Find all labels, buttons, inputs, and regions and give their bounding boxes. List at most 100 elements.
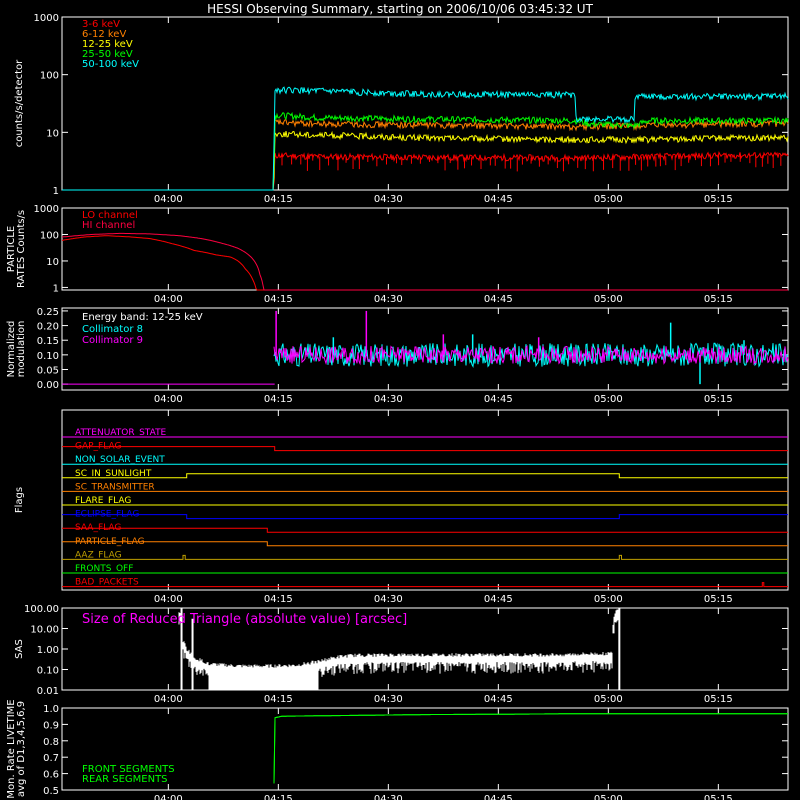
y-tick-label: 100.00 [24, 604, 59, 615]
flag-label: NON_SOLAR_EVENT [75, 455, 165, 465]
y-axis-label: counts/s/detector [14, 59, 25, 147]
y-tick-label: 0.10 [37, 351, 59, 362]
x-tick-label: 04:15 [264, 394, 293, 405]
x-tick-label: 05:00 [594, 294, 623, 305]
y-tick-label: 1.0 [43, 704, 59, 715]
flag-label: SC_TRANSMITTER [75, 482, 155, 492]
x-tick-label: 05:00 [594, 694, 623, 705]
flag-line [62, 473, 788, 479]
x-tick-label: 04:30 [374, 594, 403, 605]
x-tick-label: 05:15 [704, 594, 733, 605]
series-line [62, 130, 789, 191]
y-tick-label: 1 [53, 283, 59, 294]
y-tick-label: 10 [46, 128, 59, 139]
flag-label: GAP_FLAG [75, 442, 121, 452]
legend-entry: Collimator 8 [82, 324, 143, 335]
flag-label: ATTENUATOR_STATE [75, 428, 167, 438]
y-axis-label: modulation [16, 321, 27, 378]
y-axis-label: RATES Counts/s [16, 210, 27, 288]
y-tick-label: 0.9 [43, 720, 59, 731]
y-tick-label: 100 [40, 230, 59, 241]
flag-line [62, 514, 788, 520]
x-tick-label: 05:00 [594, 794, 623, 800]
y-tick-label: 0.00 [37, 380, 59, 391]
x-tick-label: 05:00 [594, 394, 623, 405]
x-tick-label: 04:00 [154, 294, 183, 305]
x-tick-label: 04:30 [374, 794, 403, 800]
series-line [62, 151, 789, 191]
y-tick-label: 0.15 [37, 336, 59, 347]
series-line [62, 118, 789, 191]
x-tick-label: 05:15 [704, 294, 733, 305]
flag-line [62, 582, 788, 588]
legend-entry: 50-100 keV [82, 59, 139, 70]
x-tick-label: 04:15 [264, 794, 293, 800]
x-tick-label: 04:45 [484, 294, 513, 305]
panel-frame [61, 207, 789, 291]
x-tick-label: 04:00 [154, 594, 183, 605]
panel-frame [61, 16, 789, 191]
x-tick-label: 05:15 [704, 394, 733, 405]
chart-annotation: Energy band: 12-25 keV [82, 312, 203, 323]
panel-sas: 04:00 04:15 04:30 04:45 05:00 05:15 0.01 0.10 1.… [14, 604, 789, 705]
x-tick-label: 04:30 [374, 394, 403, 405]
observing-summary-chart: HESSI Observing Summary, starting on 200… [6, 2, 789, 800]
y-tick-label: 1000 [34, 204, 59, 215]
y-axis-label: Flags [14, 487, 25, 513]
flag-label: FRONTS_OFF [75, 564, 133, 574]
x-tick-label: 04:15 [264, 294, 293, 305]
x-tick-label: 05:15 [704, 794, 733, 800]
y-tick-label: 0.5 [43, 786, 59, 797]
series-line [273, 713, 788, 784]
panel-modulation: 04:00 04:15 04:30 04:45 05:00 05:15 0.00 0.05 0.… [6, 307, 789, 405]
legend-entry: Collimator 9 [82, 335, 143, 346]
x-tick-label: 04:00 [154, 194, 183, 205]
legend-entry: HI channel [82, 220, 135, 231]
x-tick-label: 04:45 [484, 594, 513, 605]
panel-livetime: 04:00 04:15 04:30 04:45 05:00 05:15 0.5 0.6 0.7 0… [6, 699, 789, 800]
y-tick-label: 0.6 [43, 770, 59, 781]
x-tick-label: 05:15 [704, 194, 733, 205]
series-line [61, 232, 788, 291]
flag-label: SC_IN_SUNLIGHT [75, 469, 152, 479]
x-tick-label: 05:15 [704, 694, 733, 705]
x-tick-label: 04:00 [154, 794, 183, 800]
y-tick-label: 0.01 [37, 686, 59, 697]
x-tick-label: 04:45 [484, 194, 513, 205]
y-tick-label: 1.00 [37, 645, 59, 656]
flag-line [62, 527, 788, 533]
panel-particle-rates: 04:00 04:15 04:30 04:45 05:00 05:15 1 10 100 1000… [6, 204, 789, 305]
x-tick-label: 04:15 [264, 194, 293, 205]
page-title: HESSI Observing Summary, starting on 200… [207, 2, 593, 16]
chart-annotation: Size of Reduced Triangle (absolute value… [82, 612, 407, 627]
panel-frame [61, 707, 789, 791]
x-tick-label: 04:15 [264, 694, 293, 705]
y-tick-label: 0.10 [37, 666, 59, 677]
flag-line [62, 541, 788, 547]
flag-label: SAA_FLAG [75, 523, 121, 533]
y-axis-label: SAS [14, 639, 25, 659]
x-tick-label: 05:00 [594, 194, 623, 205]
y-tick-label: 0.25 [37, 307, 59, 318]
flag-line [62, 446, 788, 452]
y-tick-label: 0.05 [37, 366, 59, 377]
x-tick-label: 04:30 [374, 194, 403, 205]
panel-flags: 04:00 04:15 04:30 04:45 05:00 05:15 Flags ATTEN… [14, 409, 789, 605]
y-tick-label: 100 [40, 71, 59, 82]
y-tick-label: 0.7 [43, 753, 59, 764]
series-line [61, 235, 788, 291]
x-tick-label: 04:45 [484, 694, 513, 705]
flag-label: FLARE_FLAG [75, 496, 131, 506]
flag-label: AAZ_FLAG [75, 550, 122, 560]
x-tick-label: 04:45 [484, 794, 513, 800]
y-tick-label: 1 [53, 186, 59, 197]
flag-line [62, 554, 788, 560]
series-line [273, 713, 788, 784]
x-tick-label: 04:00 [154, 394, 183, 405]
y-tick-label: 0.8 [43, 737, 59, 748]
flag-label: BAD_PACKETS [75, 578, 139, 588]
x-tick-label: 04:15 [264, 594, 293, 605]
y-tick-label: 10.00 [30, 625, 59, 636]
x-tick-label: 04:30 [374, 294, 403, 305]
y-tick-label: 1000 [34, 13, 59, 24]
